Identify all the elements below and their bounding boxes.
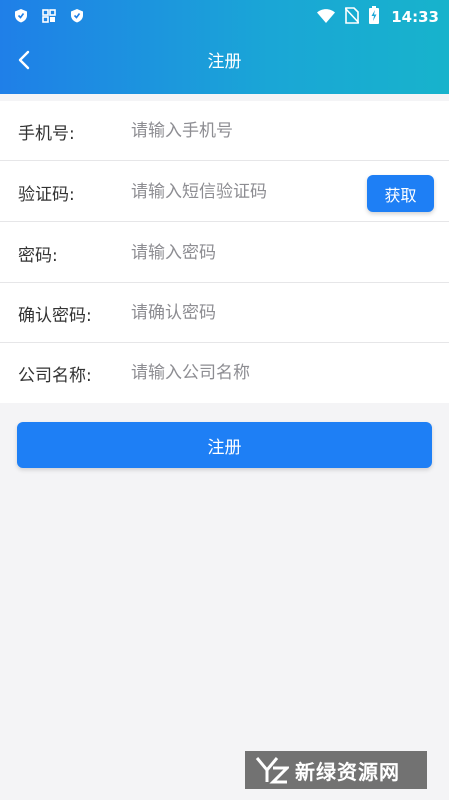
logo-yl-icon <box>255 757 289 784</box>
verify-code-input[interactable] <box>131 174 351 210</box>
page-title: 注册 <box>207 52 242 72</box>
phone-input[interactable] <box>131 113 351 149</box>
get-code-button[interactable]: 获取 <box>367 175 434 212</box>
battery-charging-icon <box>369 6 380 28</box>
verify-code-label: 验证码: <box>18 184 75 205</box>
register-button[interactable]: 注册 <box>17 422 432 468</box>
nav-bar: 注册 <box>0 34 449 86</box>
no-sim-icon <box>344 6 360 28</box>
wifi-icon <box>317 8 336 27</box>
confirm-password-row: 确认密码: <box>0 283 449 343</box>
company-input[interactable] <box>131 355 421 391</box>
shield-icon <box>70 8 84 27</box>
watermark-text: 新绿资源网 <box>295 759 400 784</box>
verify-code-row: 验证码: 获取 <box>0 162 449 222</box>
company-row: 公司名称: <box>0 343 449 403</box>
status-bar: 14:33 <box>0 0 449 34</box>
company-label: 公司名称: <box>18 365 92 386</box>
phone-row: 手机号: <box>0 101 449 161</box>
register-form: 手机号: 验证码: 获取 密码: 确认密码: 公司名称: <box>0 101 449 403</box>
divider <box>0 221 449 222</box>
password-input[interactable] <box>131 235 421 271</box>
confirm-password-input[interactable] <box>131 295 421 331</box>
password-row: 密码: <box>0 223 449 283</box>
watermark: 新绿资源网 <box>245 751 427 789</box>
confirm-password-label: 确认密码: <box>18 305 92 326</box>
phone-label: 手机号: <box>18 123 75 144</box>
status-time: 14:33 <box>391 8 439 26</box>
password-label: 密码: <box>18 245 58 266</box>
app-header: 14:33 注册 <box>0 0 449 94</box>
status-left-icons <box>14 8 98 27</box>
status-right-icons: 14:33 <box>307 6 439 28</box>
grid-app-icon <box>42 8 56 27</box>
shield-icon <box>14 8 28 27</box>
divider <box>0 160 449 161</box>
